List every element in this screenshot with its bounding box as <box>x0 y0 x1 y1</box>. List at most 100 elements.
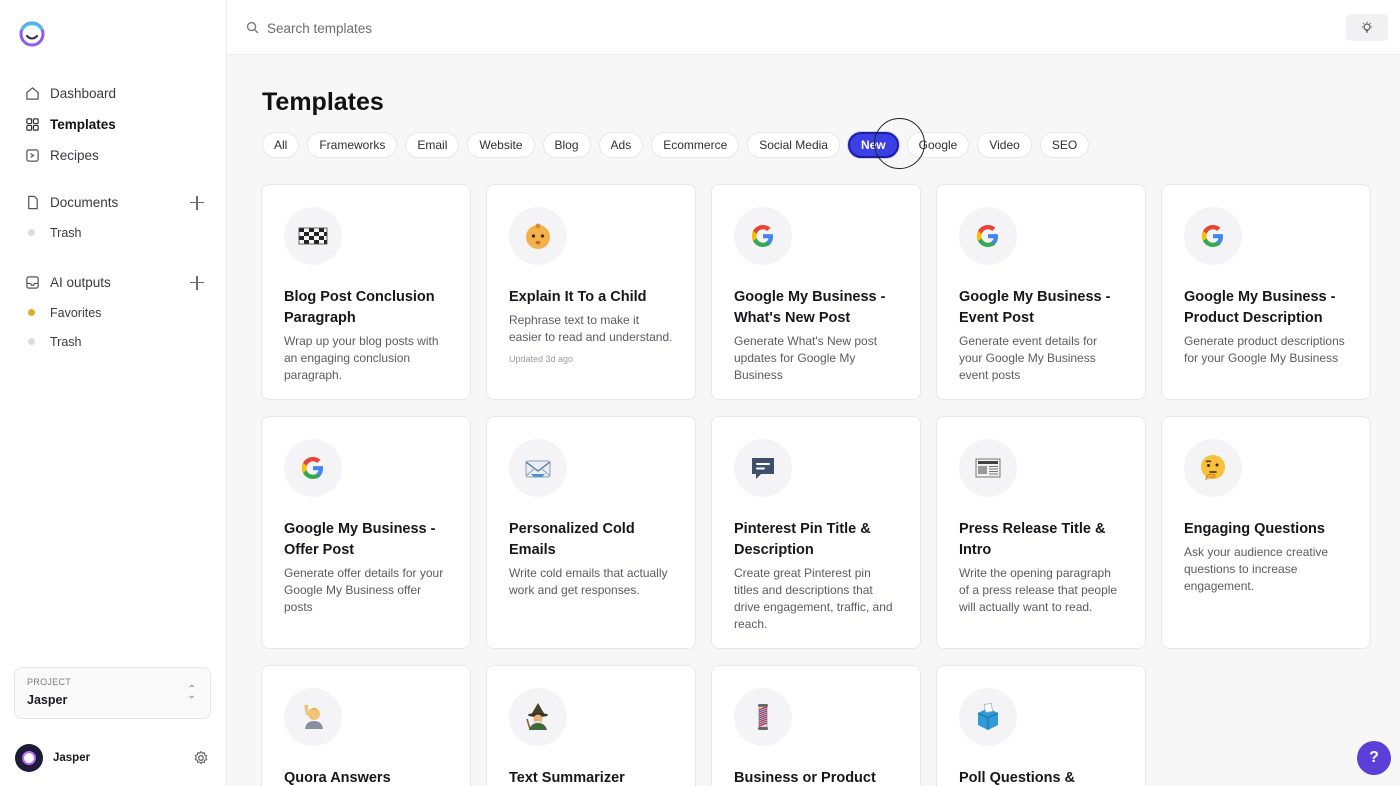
help-button[interactable]: ? <box>1357 741 1391 775</box>
sidebar: Dashboard Templates Recipes Documents Tr… <box>0 0 227 786</box>
filter-chip-social-media[interactable]: Social Media <box>747 132 840 158</box>
add-document-icon[interactable] <box>189 195 205 211</box>
grid-icon <box>26 118 39 131</box>
template-card-gmb-event[interactable]: Google My Business - Event Post Generate… <box>936 184 1146 400</box>
inbox-icon <box>26 276 39 289</box>
lightbulb-icon <box>1361 21 1373 33</box>
add-ai-output-icon[interactable] <box>189 275 205 291</box>
card-description: Create great Pinterest pin titles and de… <box>734 566 893 631</box>
dot-icon <box>28 309 35 316</box>
filter-chip-ads[interactable]: Ads <box>598 132 644 158</box>
google-icon <box>284 439 342 497</box>
search-input[interactable] <box>267 14 867 42</box>
filter-chip-google[interactable]: Google <box>906 132 970 158</box>
baby-icon <box>509 207 567 265</box>
card-title: Quora Answers <box>284 770 391 786</box>
card-title: Google My Business - Product Description <box>1184 289 1336 326</box>
sidebar-item-label: Trash <box>50 225 82 240</box>
documents-section[interactable]: Documents <box>0 187 227 218</box>
message-icon <box>734 439 792 497</box>
recipe-icon <box>26 149 39 162</box>
theme-toggle-button[interactable] <box>1346 14 1388 41</box>
project-value: Jasper <box>27 693 68 707</box>
raising-hand-icon <box>284 688 342 746</box>
template-card-explain-child[interactable]: Explain It To a Child Rephrase text to m… <box>486 184 696 400</box>
sidebar-item-favorites[interactable]: Favorites <box>0 298 227 327</box>
dot-icon <box>28 338 35 345</box>
template-card-quora-answers[interactable]: Quora Answers <box>261 665 471 786</box>
wizard-icon <box>509 688 567 746</box>
template-card-engaging-questions[interactable]: Engaging Questions Ask your audience cre… <box>1161 416 1371 649</box>
template-card-gmb-product[interactable]: Google My Business - Product Description… <box>1161 184 1371 400</box>
sidebar-item-label: Dashboard <box>50 86 117 101</box>
card-description: Generate product descriptions for your G… <box>1184 334 1345 365</box>
envelope-icon <box>509 439 567 497</box>
avatar[interactable] <box>15 744 43 772</box>
sidebar-item-label: Recipes <box>50 148 99 163</box>
template-card-pinterest[interactable]: Pinterest Pin Title & Description Create… <box>711 416 921 649</box>
user-name: Jasper <box>53 752 91 764</box>
project-selector[interactable]: PROJECT Jasper ⌃ ⌄ <box>14 667 211 719</box>
home-icon <box>26 87 39 100</box>
sidebar-item-dashboard[interactable]: Dashboard <box>0 78 227 109</box>
template-card-poll-questions[interactable]: Poll Questions & <box>936 665 1146 786</box>
card-title: Press Release Title & Intro <box>959 521 1106 558</box>
card-title: Google My Business - Offer Post <box>284 521 436 558</box>
filter-chip-all[interactable]: All <box>262 132 300 158</box>
sidebar-item-recipes[interactable]: Recipes <box>0 140 227 171</box>
card-title: Blog Post Conclusion Paragraph <box>284 289 435 326</box>
user-profile[interactable]: Jasper <box>15 744 215 772</box>
template-card-text-summarizer[interactable]: Text Summarizer <box>486 665 696 786</box>
sidebar-item-label: Templates <box>50 117 116 132</box>
template-grid: Blog Post Conclusion Paragraph Wrap up y… <box>261 184 1372 786</box>
newspaper-icon <box>959 439 1017 497</box>
filter-chip-frameworks[interactable]: Frameworks <box>307 132 398 158</box>
filter-bar: All Frameworks Email Website Blog Ads Ec… <box>262 132 1097 158</box>
filter-chip-email[interactable]: Email <box>405 132 460 158</box>
documents-label: Documents <box>50 195 119 210</box>
card-title: Business or Product <box>734 770 876 786</box>
jasper-logo[interactable] <box>17 20 47 48</box>
card-title: Explain It To a Child <box>509 289 647 305</box>
google-icon <box>1184 207 1242 265</box>
template-card-gmb-whats-new[interactable]: Google My Business - What's New Post Gen… <box>711 184 921 400</box>
card-description: Wrap up your blog posts with an engaging… <box>284 334 439 382</box>
thinking-face-icon <box>1184 439 1242 497</box>
gear-icon[interactable] <box>193 750 209 766</box>
card-title: Pinterest Pin Title & Description <box>734 521 871 558</box>
template-card-blog-conclusion[interactable]: Blog Post Conclusion Paragraph Wrap up y… <box>261 184 471 400</box>
card-description: Generate What's New post updates for Goo… <box>734 334 878 382</box>
filter-chip-blog[interactable]: Blog <box>542 132 591 158</box>
sidebar-item-outputs-trash[interactable]: Trash <box>0 327 227 356</box>
checkered-flag-icon <box>284 207 342 265</box>
card-title: Poll Questions & <box>959 770 1076 786</box>
filter-chip-seo[interactable]: SEO <box>1039 132 1090 158</box>
card-description: Generate offer details for your Google M… <box>284 566 444 614</box>
google-icon <box>734 207 792 265</box>
search-icon <box>246 21 259 34</box>
document-icon <box>28 195 38 210</box>
filter-chip-website[interactable]: Website <box>467 132 535 158</box>
top-bar <box>227 0 1400 55</box>
template-card-gmb-offer[interactable]: Google My Business - Offer Post Generate… <box>261 416 471 649</box>
filter-chip-ecommerce[interactable]: Ecommerce <box>651 132 740 158</box>
filter-chip-video[interactable]: Video <box>977 132 1032 158</box>
card-title: Text Summarizer <box>509 770 625 786</box>
template-card-cold-emails[interactable]: Personalized Cold Emails Write cold emai… <box>486 416 696 649</box>
template-card-business-product[interactable]: Business or Product <box>711 665 921 786</box>
card-description: Ask your audience creative questions to … <box>1184 545 1329 593</box>
card-title: Google My Business - Event Post <box>959 289 1111 326</box>
ai-outputs-section[interactable]: AI outputs <box>0 267 227 298</box>
template-card-press-release[interactable]: Press Release Title & Intro Write the op… <box>936 416 1146 649</box>
card-description: Rephrase text to make it easier to read … <box>509 313 673 344</box>
sidebar-item-templates[interactable]: Templates <box>0 109 227 140</box>
page-title: Templates <box>262 88 384 116</box>
sidebar-item-documents-trash[interactable]: Trash <box>0 218 227 247</box>
chevron-updown-icon: ⌃ ⌄ <box>187 684 196 701</box>
sidebar-item-label: Favorites <box>50 305 102 320</box>
ballot-box-icon <box>959 688 1017 746</box>
google-icon <box>959 207 1017 265</box>
sidebar-item-label: Trash <box>50 334 82 349</box>
dot-icon <box>28 229 35 236</box>
filter-chip-new[interactable]: New <box>847 132 899 158</box>
